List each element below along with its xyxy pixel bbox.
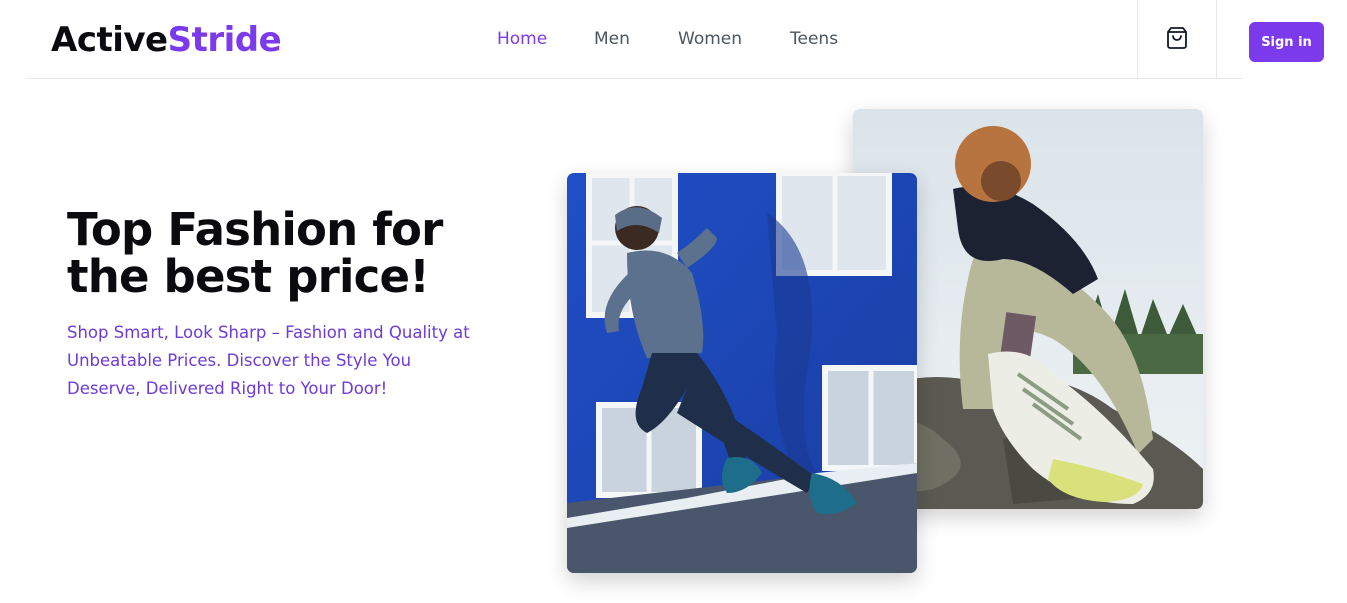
shopping-bag-icon <box>1167 26 1187 49</box>
hero-title: Top Fashion for the best price! <box>67 206 507 300</box>
sign-in-button[interactable]: Sign in <box>1249 22 1324 62</box>
brand-logo[interactable]: ActiveStride <box>51 18 282 62</box>
landing-page: ActiveStride Home Men Women Teens Sign i… <box>0 0 1347 603</box>
nav-link-men[interactable]: Men <box>594 26 630 52</box>
header-divider <box>27 78 1243 79</box>
brand-logo-part1: Active <box>51 20 168 60</box>
hero-subtitle: Shop Smart, Look Sharp – Fashion and Qua… <box>67 319 487 403</box>
brand-logo-part2: Stride <box>167 20 282 60</box>
site-header: ActiveStride Home Men Women Teens Sign i… <box>0 0 1347 79</box>
hero-image-man-running <box>567 173 917 573</box>
nav-link-home[interactable]: Home <box>497 26 547 52</box>
hero-title-line1: Top Fashion for <box>67 203 443 256</box>
nav-link-women[interactable]: Women <box>678 26 742 52</box>
hero-subtitle-line3: Deserve, Delivered Right to Your Door! <box>67 379 388 398</box>
hero-title-line2: the best price! <box>67 250 430 303</box>
man-photo-illustration <box>567 173 917 573</box>
cart-button[interactable] <box>1137 0 1217 78</box>
hero-subtitle-line2: Unbeatable Prices. Discover the Style Yo… <box>67 351 412 370</box>
nav-link-teens[interactable]: Teens <box>790 26 838 52</box>
hero-subtitle-line1: Shop Smart, Look Sharp – Fashion and Qua… <box>67 323 470 342</box>
